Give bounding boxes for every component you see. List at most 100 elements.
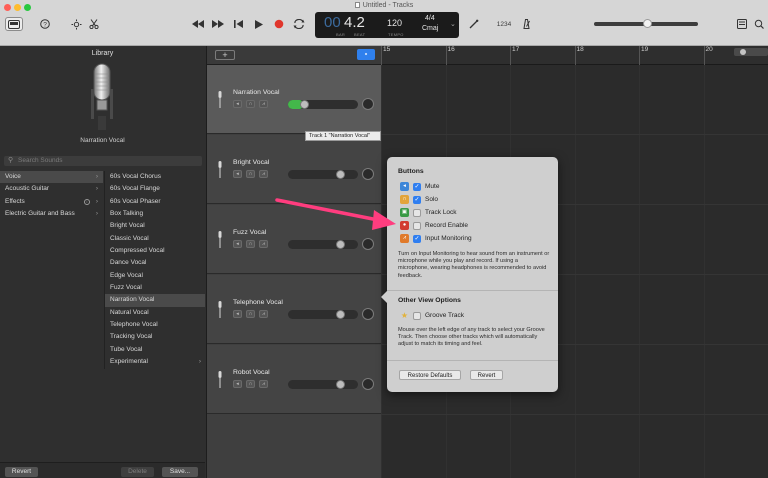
- fast-forward-icon[interactable]: [211, 17, 225, 31]
- headphones-icon[interactable]: ∩: [246, 380, 255, 388]
- preset-item[interactable]: 60s Vocal Flange: [105, 183, 205, 195]
- option-checkbox[interactable]: [413, 208, 421, 217]
- volume-slider[interactable]: [288, 310, 358, 319]
- headphones-icon[interactable]: ∩: [246, 310, 255, 318]
- track-header[interactable]: Robot Vocal ◂ ∩ ⩘: [207, 345, 381, 414]
- volume-knob[interactable]: [335, 380, 345, 389]
- option-checkbox[interactable]: ✓: [413, 195, 421, 204]
- mute-icon[interactable]: ◂: [233, 380, 242, 388]
- ruler[interactable]: 15 16 17 18 19 20: [381, 46, 768, 65]
- volume-knob[interactable]: [335, 310, 345, 319]
- count-in-icon[interactable]: 1234: [495, 17, 513, 31]
- note-pad-icon[interactable]: [736, 17, 748, 31]
- mute-icon[interactable]: ◂: [233, 100, 242, 108]
- preset-item[interactable]: 60s Vocal Phaser: [105, 196, 205, 208]
- headphones-icon[interactable]: ∩: [246, 240, 255, 248]
- scissors-icon[interactable]: [88, 17, 100, 31]
- help-icon[interactable]: ?: [39, 17, 51, 31]
- track-name[interactable]: Telephone Vocal: [233, 299, 283, 306]
- pan-knob[interactable]: [362, 168, 374, 180]
- preset-item[interactable]: Bright Vocal: [105, 220, 205, 232]
- mute-icon[interactable]: ◂: [233, 240, 242, 248]
- smart-tempo-icon[interactable]: ⬩: [357, 49, 375, 60]
- headphones-icon[interactable]: ∩: [246, 170, 255, 178]
- go-to-start-icon[interactable]: [232, 17, 244, 31]
- volume-knob[interactable]: [335, 170, 345, 179]
- preset-item[interactable]: Box Talking: [105, 208, 205, 220]
- input-monitor-icon[interactable]: ⩘: [259, 380, 268, 388]
- volume-knob[interactable]: [335, 240, 345, 249]
- input-monitor-icon[interactable]: ⩘: [259, 240, 268, 248]
- option-checkbox[interactable]: ✓: [413, 182, 421, 191]
- volume-slider[interactable]: [288, 380, 358, 389]
- lcd-time-signature[interactable]: 4/4: [425, 15, 435, 22]
- lcd-tempo[interactable]: 120: [387, 18, 402, 28]
- category-item[interactable]: Effects i ›: [0, 196, 103, 208]
- track-name[interactable]: Robot Vocal: [233, 369, 270, 376]
- revert-button[interactable]: Revert: [5, 467, 38, 477]
- popover-option-solo[interactable]: ∩ ✓ Solo: [400, 195, 438, 204]
- loop-browser-icon[interactable]: [753, 17, 765, 31]
- track-header[interactable]: Telephone Vocal ◂ ∩ ⩘: [207, 275, 381, 344]
- groove-track-option[interactable]: ★ Groove Track: [400, 311, 464, 320]
- playhead-handle[interactable]: [740, 49, 746, 55]
- volume-slider[interactable]: [288, 240, 358, 249]
- tuner-icon[interactable]: [468, 17, 480, 31]
- preset-item[interactable]: Experimental ›: [105, 356, 205, 368]
- option-checkbox[interactable]: [413, 221, 421, 230]
- record-icon[interactable]: [273, 17, 285, 31]
- mute-icon[interactable]: ◂: [233, 170, 242, 178]
- pan-knob[interactable]: [362, 238, 374, 250]
- preset-item[interactable]: 60s Vocal Chorus: [105, 171, 205, 183]
- preset-item[interactable]: Dance Vocal: [105, 257, 205, 269]
- pan-knob[interactable]: [362, 308, 374, 320]
- popover-option-mute[interactable]: ◂ ✓ Mute: [400, 182, 439, 191]
- preset-item[interactable]: Edge Vocal: [105, 270, 205, 282]
- play-icon[interactable]: [253, 17, 265, 31]
- volume-slider[interactable]: [288, 170, 358, 179]
- add-track-button[interactable]: +: [215, 50, 235, 60]
- track-name[interactable]: Fuzz Vocal: [233, 229, 266, 236]
- pan-knob[interactable]: [362, 98, 374, 110]
- preset-item[interactable]: Natural Vocal: [105, 307, 205, 319]
- category-item[interactable]: Acoustic Guitar ›: [0, 183, 103, 195]
- mute-icon[interactable]: ◂: [233, 310, 242, 318]
- save-button[interactable]: Save...: [162, 467, 198, 477]
- master-volume-knob[interactable]: [643, 19, 652, 28]
- track-name[interactable]: Narration Vocal: [233, 89, 279, 96]
- info-icon[interactable]: i: [84, 198, 90, 205]
- input-monitor-icon[interactable]: ⩘: [259, 310, 268, 318]
- preset-item[interactable]: Classic Vocal: [105, 233, 205, 245]
- input-monitor-icon[interactable]: ⩘: [259, 170, 268, 178]
- metronome-icon[interactable]: [520, 17, 532, 31]
- preset-item[interactable]: Compressed Vocal: [105, 245, 205, 257]
- track-header[interactable]: Narration Vocal ◂ ∩ ⩘: [207, 65, 381, 134]
- smart-controls-icon[interactable]: [70, 17, 82, 31]
- preset-item[interactable]: Fuzz Vocal: [105, 282, 205, 294]
- delete-button[interactable]: Delete: [121, 467, 154, 477]
- popover-option-record-enable[interactable]: ● Record Enable: [400, 221, 468, 230]
- cycle-icon[interactable]: [292, 17, 306, 31]
- lcd-key[interactable]: Cmaj: [422, 25, 438, 32]
- preset-item[interactable]: Narration Vocal: [105, 294, 205, 307]
- preset-item[interactable]: Telephone Vocal: [105, 319, 205, 331]
- groove-track-checkbox[interactable]: [413, 311, 421, 320]
- popover-revert-button[interactable]: Revert: [470, 370, 503, 380]
- preset-item[interactable]: Tracking Vocal: [105, 331, 205, 343]
- popover-option-input-monitoring[interactable]: ⩘ ✓ Input Monitoring: [400, 234, 472, 243]
- lcd-chevron-down-icon[interactable]: ⌄: [450, 20, 456, 28]
- option-checkbox[interactable]: ✓: [413, 234, 421, 243]
- headphones-icon[interactable]: ∩: [246, 100, 255, 108]
- rewind-icon[interactable]: [191, 17, 205, 31]
- lcd-display[interactable]: 00 4.2 BAR BEAT 120 TEMPO 4/4 Cmaj ⌄: [315, 12, 459, 38]
- restore-defaults-button[interactable]: Restore Defaults: [399, 370, 461, 380]
- preset-item[interactable]: Tube Vocal: [105, 344, 205, 356]
- track-name[interactable]: Bright Vocal: [233, 159, 269, 166]
- library-icon[interactable]: [5, 17, 23, 31]
- search-input[interactable]: ⚲ Search Sounds: [4, 156, 202, 166]
- category-item[interactable]: Electric Guitar and Bass ›: [0, 208, 103, 220]
- pan-knob[interactable]: [362, 378, 374, 390]
- category-item[interactable]: Voice ›: [0, 171, 103, 184]
- popover-option-track-lock[interactable]: ▣ Track Lock: [400, 208, 457, 217]
- input-monitor-icon[interactable]: ⩘: [259, 100, 268, 108]
